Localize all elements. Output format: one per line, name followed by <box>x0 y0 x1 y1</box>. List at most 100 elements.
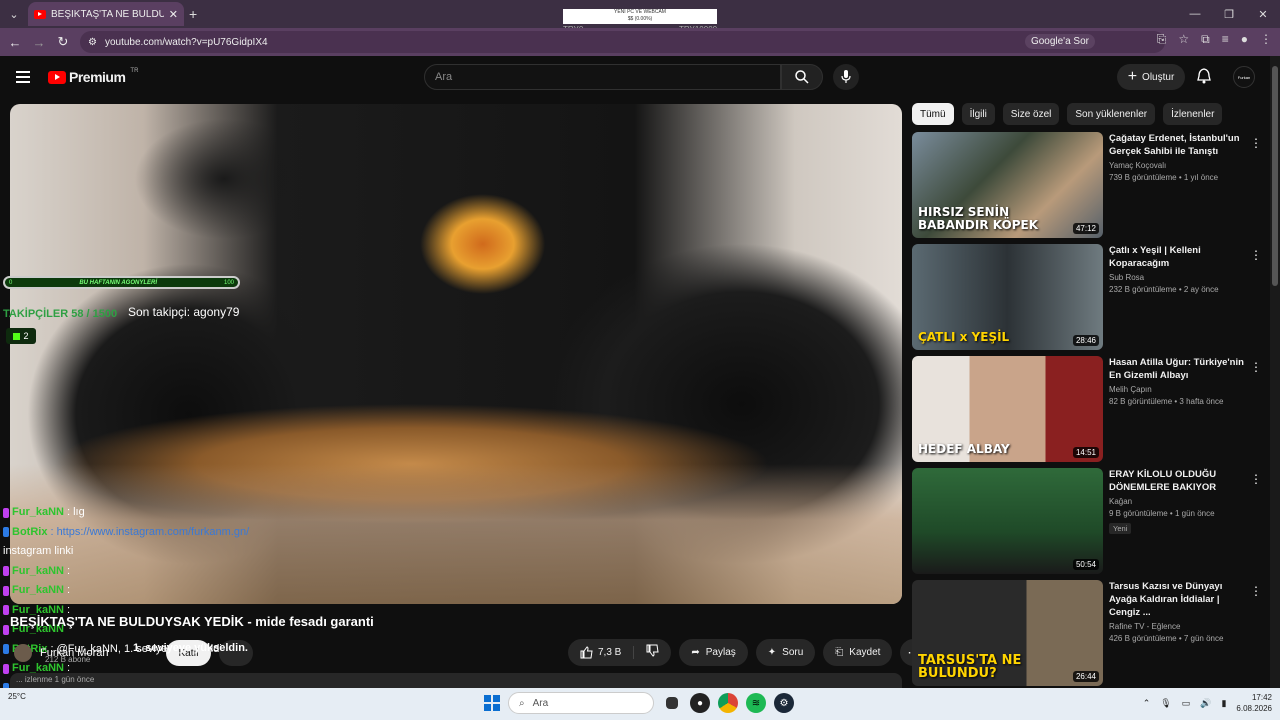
weather-widget[interactable]: 25°C <box>8 692 26 702</box>
filter-chip[interactable]: İlgili <box>961 103 995 125</box>
recommendation-channel[interactable]: Rafine TV - Eğlence <box>1109 622 1249 631</box>
new-tab-icon[interactable]: + <box>189 6 197 22</box>
tab-close-icon[interactable]: ✕ <box>169 8 178 21</box>
dislike-button[interactable] <box>634 644 671 662</box>
tray-overflow-icon[interactable]: ⌃ <box>1143 698 1151 709</box>
page-scrollbar[interactable] <box>1270 56 1280 688</box>
mic-tray-icon[interactable]: 🎙 <box>1160 698 1171 709</box>
notifications-bell-icon[interactable] <box>1197 68 1211 89</box>
more-options-icon[interactable]: ⋮ <box>1250 136 1262 150</box>
share-button[interactable]: ➦ Paylaş <box>679 639 748 666</box>
user-badge-icon <box>3 566 9 577</box>
menu-icon[interactable] <box>16 71 30 86</box>
install-icon[interactable]: ⎘ <box>1157 32 1167 47</box>
recommendation-item[interactable]: HIRSIZ SENİN BABANDIR KÖPEK 47:12 Çağatay … <box>912 132 1262 238</box>
video-duration: 47:12 <box>1072 223 1099 234</box>
create-button[interactable]: + Oluştur <box>1117 64 1185 90</box>
description-box[interactable]: ... izlenme 1 gün önce <box>10 673 902 688</box>
task-view-icon[interactable] <box>666 697 678 709</box>
address-bar-row: ← → ↻ ⚙ youtube.com/watch?v=pU76GidpIX4 … <box>0 28 1280 56</box>
more-options-icon[interactable]: ⋮ <box>1250 248 1262 262</box>
recommendation-item[interactable]: ÇATLI x YEŞİL 28:46 Çatlı x Yeşil | Kellen… <box>912 244 1262 350</box>
filter-chip[interactable]: İzlenenler <box>1163 103 1223 125</box>
recommendation-title[interactable]: Hasan Atilla Uğur: Türkiye'nin En Gizeml… <box>1109 356 1249 382</box>
recommendation-channel[interactable]: Sub Rosa <box>1109 273 1249 282</box>
recommendation-channel[interactable]: Kağan <box>1109 497 1249 506</box>
extensions-icon[interactable]: ⧉ <box>1201 32 1210 47</box>
temperature: 25°C <box>8 692 26 701</box>
chrome-icon[interactable] <box>718 693 738 713</box>
url-field[interactable]: ⚙ youtube.com/watch?v=pU76GidpIX4 Google… <box>80 31 1165 53</box>
video-thumbnail[interactable]: 50:54 <box>912 468 1103 574</box>
browser-tab-active[interactable]: BEŞİKTAŞ'TA NE BULDUYSAK YE ✕ <box>28 2 184 26</box>
scrollbar-thumb[interactable] <box>1272 66 1278 286</box>
recommendation-title[interactable]: ERAY KİLOLU OLDUĞU DÖNEMLERE BAKIYOR <box>1109 468 1249 494</box>
window-controls: — ❐ ✕ <box>1178 0 1280 28</box>
bookmark-star-icon[interactable]: ☆ <box>1178 32 1189 47</box>
date: 6.08.2026 <box>1236 704 1272 713</box>
recommendation-item[interactable]: 50:54 ERAY KİLOLU OLDUĞU DÖNEMLERE BAKIYO… <box>912 468 1262 574</box>
chat-username: Fur_kaNN <box>12 564 64 577</box>
microphone-icon <box>841 70 851 83</box>
search-icon <box>795 70 809 84</box>
weekly-bar-max: 100 <box>223 279 234 286</box>
recommendation-item[interactable]: HEDEF ALBAY 14:51 Hasan Atilla Uğur: Türki… <box>912 356 1262 462</box>
recommendation-title[interactable]: Çağatay Erdenet, İstanbul'un Gerçek Sahi… <box>1109 132 1249 158</box>
video-thumbnail[interactable]: HIRSIZ SENİN BABANDIR KÖPEK 47:12 <box>912 132 1103 238</box>
youtube-favicon-icon <box>34 9 46 19</box>
steam-icon[interactable]: ⚙ <box>774 693 794 713</box>
site-info-icon[interactable]: ⚙ <box>88 37 97 48</box>
taskbar-apps: ⌕ Ara ● ≋ ⚙ <box>484 692 794 714</box>
close-window-icon[interactable]: ✕ <box>1246 0 1280 28</box>
forward-icon[interactable]: → <box>27 35 51 50</box>
more-options-icon[interactable]: ⋮ <box>1250 472 1262 486</box>
filter-chip[interactable]: Size özel <box>1002 103 1060 125</box>
youtube-premium-logo[interactable]: Premium TR <box>48 68 138 85</box>
account-avatar[interactable]: Furkan <box>1233 66 1255 88</box>
video-thumbnail[interactable]: HEDEF ALBAY 14:51 <box>912 356 1103 462</box>
restore-icon[interactable]: ❐ <box>1212 0 1246 28</box>
more-options-icon[interactable]: ⋮ <box>1250 584 1262 598</box>
donation-goal-progress: $$ (0.00%) <box>627 16 653 22</box>
more-options-icon[interactable]: ⋮ <box>1250 360 1262 374</box>
taskbar-search-input[interactable]: ⌕ Ara <box>508 692 654 714</box>
recommendation-title[interactable]: Tarsus Kazısı ve Dünyayı Ayağa Kaldıran … <box>1109 580 1249 619</box>
media-icon[interactable]: ≡ <box>1222 32 1229 47</box>
recommendation-channel[interactable]: Melih Çapın <box>1109 385 1249 394</box>
filter-chip[interactable]: Tümü <box>912 103 954 125</box>
clock[interactable]: 17:42 6.08.2026 <box>1236 692 1272 714</box>
profile-icon[interactable]: ● <box>1241 32 1248 47</box>
create-label: Oluştur <box>1142 71 1175 83</box>
tab-list-dropdown-icon[interactable]: ⌄ <box>0 0 28 28</box>
search-button[interactable] <box>781 64 823 90</box>
video-thumbnail[interactable]: ÇATLI x YEŞİL 28:46 <box>912 244 1103 350</box>
channel-avatar[interactable] <box>14 644 32 662</box>
reload-icon[interactable]: ↻ <box>51 34 75 50</box>
recommendation-item[interactable]: TARSUS'TA NE BULUNDU? 26:44 Tarsus Kazısı … <box>912 580 1262 686</box>
recommendation-title[interactable]: Çatlı x Yeşil | Kelleni Koparacağım <box>1109 244 1249 270</box>
recommendation-info: Çatlı x Yeşil | Kelleni Koparacağım Sub R… <box>1109 244 1249 294</box>
like-button[interactable]: 7,3 B <box>568 646 635 659</box>
obs-icon[interactable]: ● <box>690 693 710 713</box>
google-ask-button[interactable]: Google'a Sor <box>1024 34 1095 49</box>
back-icon[interactable]: ← <box>3 35 27 50</box>
last-follower: Son takipçi: agony79 <box>128 305 240 319</box>
volume-icon[interactable]: 🔊 <box>1200 698 1211 709</box>
save-button[interactable]: ⎗ Kaydet <box>823 639 893 666</box>
taskbar-search-icon: ⌕ <box>519 697 525 709</box>
minimize-icon[interactable]: — <box>1178 0 1212 28</box>
browser-menu-icon[interactable]: ⋮ <box>1260 32 1272 47</box>
voice-search-button[interactable] <box>833 64 859 90</box>
video-thumbnail[interactable]: TARSUS'TA NE BULUNDU? 26:44 <box>912 580 1103 686</box>
windows-start-icon[interactable] <box>484 695 500 711</box>
battery-icon[interactable]: ▮ <box>1221 698 1226 709</box>
spotify-icon[interactable]: ≋ <box>746 693 766 713</box>
recommendation-info: Çağatay Erdenet, İstanbul'un Gerçek Sahi… <box>1109 132 1249 182</box>
search-input[interactable]: Ara <box>424 64 781 90</box>
network-icon[interactable]: ▭ <box>1182 698 1191 709</box>
recommendation-channel[interactable]: Yamaç Koçovalı <box>1109 161 1249 170</box>
chat-text: : lıg <box>66 506 85 518</box>
filter-chip[interactable]: Son yüklenenler <box>1067 103 1156 125</box>
thumbnail-text: HEDEF ALBAY <box>918 442 1010 456</box>
ask-button[interactable]: ✦ Soru <box>755 639 816 666</box>
